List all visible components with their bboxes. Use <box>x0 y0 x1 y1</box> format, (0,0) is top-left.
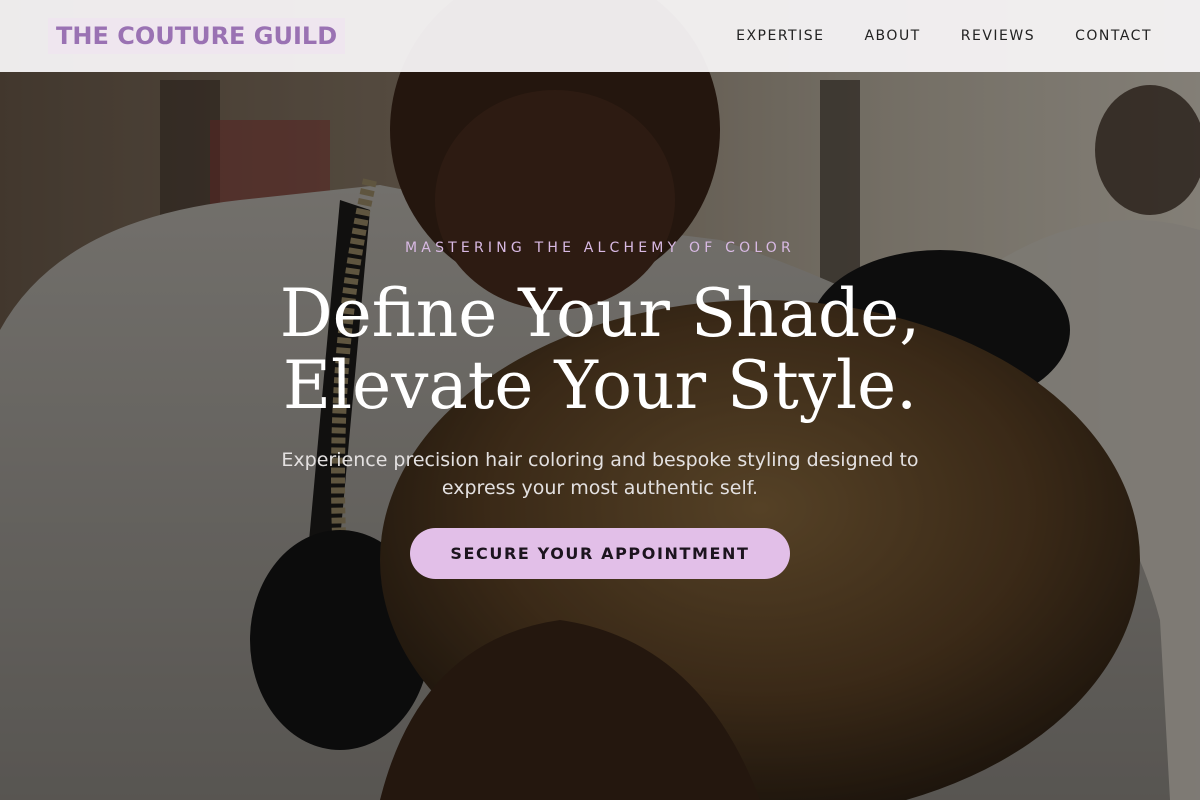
main-nav: EXPERTISE ABOUT REVIEWS CONTACT <box>736 28 1152 44</box>
nav-link-contact[interactable]: CONTACT <box>1075 28 1152 44</box>
site-header: THE COUTURE GUILD EXPERTISE ABOUT REVIEW… <box>0 0 1200 72</box>
hero-title-line-1: Define Your Shade, <box>279 275 921 352</box>
brand-logo[interactable]: THE COUTURE GUILD <box>48 18 346 54</box>
nav-link-expertise[interactable]: EXPERTISE <box>736 28 824 44</box>
hero-subtitle: Experience precision hair coloring and b… <box>281 449 919 499</box>
hero-eyebrow: MASTERING THE ALCHEMY OF COLOR <box>405 240 795 256</box>
secure-appointment-button[interactable]: SECURE YOUR APPOINTMENT <box>410 528 790 579</box>
nav-link-about[interactable]: ABOUT <box>864 28 920 44</box>
hero-title-line-2: Elevate Your Style. <box>282 347 918 424</box>
nav-link-reviews[interactable]: REVIEWS <box>961 28 1035 44</box>
hero-title: Define Your Shade, Elevate Your Style. <box>280 278 921 422</box>
hero-section: MASTERING THE ALCHEMY OF COLOR Define Yo… <box>0 0 1200 800</box>
